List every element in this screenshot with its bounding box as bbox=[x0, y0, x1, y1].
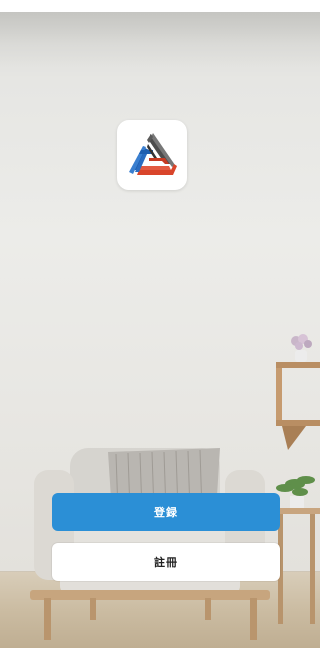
status-bar bbox=[0, 0, 320, 12]
login-screen: 登録 註冊 bbox=[0, 0, 320, 648]
background-wall-shelf bbox=[276, 362, 320, 450]
triangle-logo-icon bbox=[129, 133, 177, 175]
background-flower-pot bbox=[291, 334, 312, 362]
login-button[interactable]: 登録 bbox=[52, 493, 280, 531]
app-logo bbox=[117, 120, 187, 190]
register-button[interactable]: 註冊 bbox=[52, 543, 280, 581]
background-armchair bbox=[30, 448, 270, 640]
background-ceiling bbox=[0, 12, 320, 67]
